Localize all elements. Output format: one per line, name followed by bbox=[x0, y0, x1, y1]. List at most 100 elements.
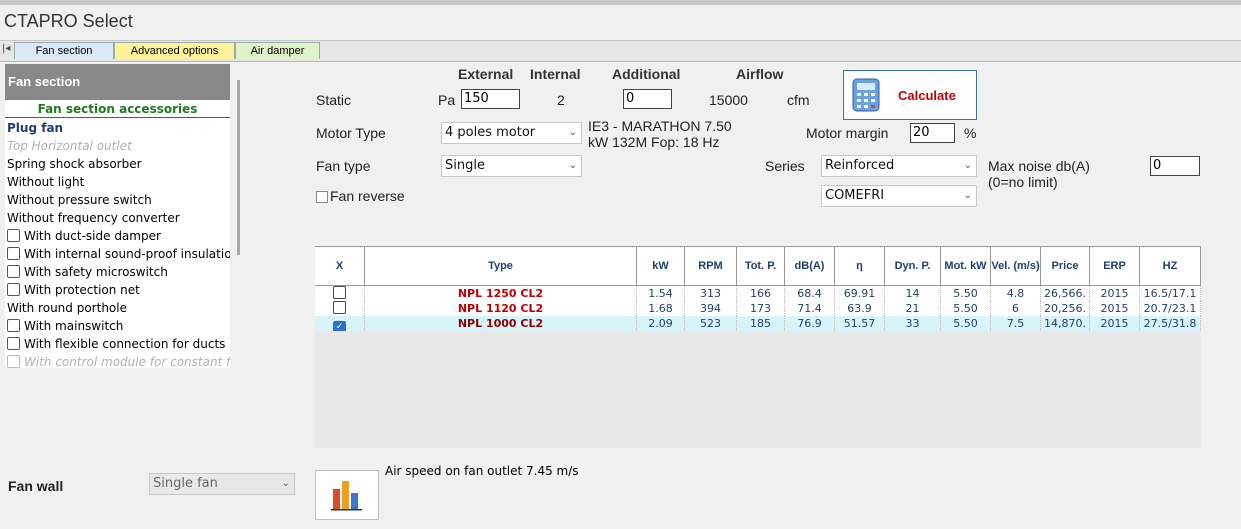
tab-advanced-options[interactable]: Advanced options bbox=[114, 42, 235, 59]
accessories-subheader: Fan section accessories bbox=[5, 100, 230, 118]
motor-type-select[interactable]: 4 poles motor ⌄ bbox=[441, 122, 582, 144]
accessory-checkbox[interactable] bbox=[7, 283, 20, 296]
cell-vel: 4.8 bbox=[991, 286, 1041, 301]
accessory-item[interactable]: With control module for constant flo bbox=[7, 353, 230, 371]
accessory-label: Without light bbox=[7, 175, 85, 189]
results-grid-header: X Type kW RPM Tot. P. dB(A) η Dyn. P. Mot. kW Vel… bbox=[315, 246, 1201, 286]
motor-margin-input[interactable]: 20 bbox=[910, 123, 955, 143]
accessory-label: With flexible connection for ducts bbox=[24, 337, 226, 351]
accessory-item[interactable]: Plug fan bbox=[7, 119, 230, 137]
accessory-item[interactable]: With protection net bbox=[7, 281, 230, 299]
accessory-item[interactable]: With internal sound-proof insulation bbox=[7, 245, 230, 263]
accessory-label: With mainswitch bbox=[24, 319, 124, 333]
column-header[interactable]: HZ bbox=[1140, 247, 1201, 285]
cell-price: 20,256. bbox=[1041, 301, 1090, 316]
column-header[interactable]: Vel. (m/s) bbox=[991, 247, 1041, 285]
external-pressure-input[interactable]: 150 bbox=[461, 89, 520, 109]
column-header[interactable]: Tot. P. bbox=[737, 247, 785, 285]
series-value: Reinforced bbox=[825, 158, 895, 173]
accessory-label: Top Horizontal outlet bbox=[7, 139, 132, 153]
column-header[interactable]: η bbox=[835, 247, 885, 285]
accessory-item[interactable]: With round porthole bbox=[7, 299, 230, 317]
accessory-label: Without pressure switch bbox=[7, 193, 152, 207]
row-checkbox[interactable]: ✓ bbox=[333, 321, 346, 331]
additional-pressure-input[interactable]: 0 bbox=[623, 89, 672, 109]
accessory-label: With safety microswitch bbox=[24, 265, 168, 279]
cell-hz: 16.5/17.1 bbox=[1140, 286, 1201, 301]
column-header[interactable]: ERP bbox=[1090, 247, 1140, 285]
column-header[interactable]: Dyn. P. bbox=[885, 247, 941, 285]
accessories-scrollbar[interactable] bbox=[237, 80, 240, 255]
accessory-label: With internal sound-proof insulation bbox=[24, 247, 230, 261]
accessory-label: Without frequency converter bbox=[7, 211, 180, 225]
manufacturer-select[interactable]: COMEFRI ⌄ bbox=[821, 185, 977, 207]
cell-dba: 68.4 bbox=[785, 286, 835, 301]
airflow-unit: cfm bbox=[787, 92, 810, 108]
accessory-item[interactable]: With duct-side damper bbox=[7, 227, 230, 245]
motor-info-line2: kW 132M Fop: 18 Hz bbox=[588, 134, 720, 150]
cell-eta: 51.57 bbox=[835, 316, 885, 331]
cell-erp: 2015 bbox=[1090, 286, 1140, 301]
column-header[interactable]: Mot. kW bbox=[941, 247, 991, 285]
cell-eta: 69.91 bbox=[835, 286, 885, 301]
accessory-item[interactable]: With safety microswitch bbox=[7, 263, 230, 281]
accessory-item[interactable]: Spring shock absorber bbox=[7, 155, 230, 173]
accessory-label: With control module for constant flo bbox=[24, 355, 230, 369]
accessory-checkbox[interactable] bbox=[7, 247, 20, 260]
col-external-header: External bbox=[458, 66, 514, 82]
row-select-cell bbox=[315, 301, 365, 316]
accessory-checkbox[interactable] bbox=[7, 337, 20, 350]
table-row[interactable]: NPL 1120 CL2 1.68 394 173 71.4 63.9 21 5.50 6 20,… bbox=[315, 301, 1201, 316]
row-checkbox[interactable] bbox=[333, 301, 346, 314]
accessory-item[interactable]: With mainswitch bbox=[7, 317, 230, 335]
column-header[interactable]: dB(A) bbox=[785, 247, 835, 285]
calculator-icon bbox=[852, 78, 880, 115]
column-header[interactable]: X bbox=[315, 247, 365, 285]
fan-type-select[interactable]: Single ⌄ bbox=[441, 155, 582, 177]
column-header[interactable]: Type bbox=[365, 247, 637, 285]
chevron-down-icon: ⌄ bbox=[963, 160, 972, 171]
tab-air-damper[interactable]: Air damper bbox=[235, 42, 320, 59]
column-header[interactable]: Price bbox=[1041, 247, 1090, 285]
row-select-cell: ✓ bbox=[315, 316, 365, 331]
accessory-label: With duct-side damper bbox=[24, 229, 161, 243]
table-row[interactable]: ✓ NPL 1000 CL2 2.09 523 185 76.9 51.57 33 5.50 7.… bbox=[315, 316, 1201, 331]
air-speed-text: Air speed on fan outlet 7.45 m/s bbox=[385, 464, 579, 478]
fan-wall-select[interactable]: Single fan ⌄ bbox=[149, 473, 295, 495]
cell-dba: 76.9 bbox=[785, 316, 835, 331]
accessory-item[interactable]: Without pressure switch bbox=[7, 191, 230, 209]
series-select[interactable]: Reinforced ⌄ bbox=[821, 155, 977, 177]
cell-price: 14,870. bbox=[1041, 316, 1090, 331]
accessory-item[interactable]: Without light bbox=[7, 173, 230, 191]
table-row[interactable]: NPL 1250 CL2 1.54 313 166 68.4 69.91 14 5.50 4.8… bbox=[315, 286, 1201, 301]
column-header[interactable]: kW bbox=[637, 247, 685, 285]
calculate-button-label: Calculate bbox=[898, 88, 956, 103]
motor-margin-unit: % bbox=[964, 125, 977, 141]
accessory-label: With protection net bbox=[24, 283, 140, 297]
cell-dyn-p: 33 bbox=[885, 316, 941, 331]
accessory-checkbox[interactable] bbox=[7, 355, 20, 368]
tab-air-damper-label: Air damper bbox=[250, 45, 305, 57]
tab-fan-section[interactable]: Fan section bbox=[14, 42, 114, 59]
fan-reverse-checkbox[interactable] bbox=[316, 191, 328, 203]
column-header[interactable]: RPM bbox=[685, 247, 737, 285]
row-checkbox[interactable] bbox=[333, 286, 346, 299]
max-noise-input[interactable]: 0 bbox=[1150, 156, 1200, 176]
accessory-checkbox[interactable] bbox=[7, 319, 20, 332]
accessory-checkbox[interactable] bbox=[7, 265, 20, 278]
col-airflow-header: Airflow bbox=[736, 66, 784, 82]
fan-section-header[interactable]: Fan section bbox=[5, 64, 230, 100]
fan-wall-label: Fan wall bbox=[8, 478, 64, 494]
cell-vel: 7.5 bbox=[991, 316, 1041, 331]
accessory-item[interactable]: With flexible connection for ducts bbox=[7, 335, 230, 353]
cell-type: NPL 1250 CL2 bbox=[365, 286, 637, 301]
accessory-label: Spring shock absorber bbox=[7, 157, 142, 171]
navigate-first-icon[interactable]: |◂ bbox=[2, 43, 10, 54]
motor-margin-label: Motor margin bbox=[806, 125, 889, 141]
cell-rpm: 313 bbox=[685, 286, 737, 301]
static-label: Static bbox=[316, 92, 352, 108]
accessory-item[interactable]: Without frequency converter bbox=[7, 209, 230, 227]
accessory-checkbox[interactable] bbox=[7, 229, 20, 242]
accessory-item[interactable]: Top Horizontal outlet bbox=[7, 137, 230, 155]
series-label: Series bbox=[765, 158, 805, 174]
